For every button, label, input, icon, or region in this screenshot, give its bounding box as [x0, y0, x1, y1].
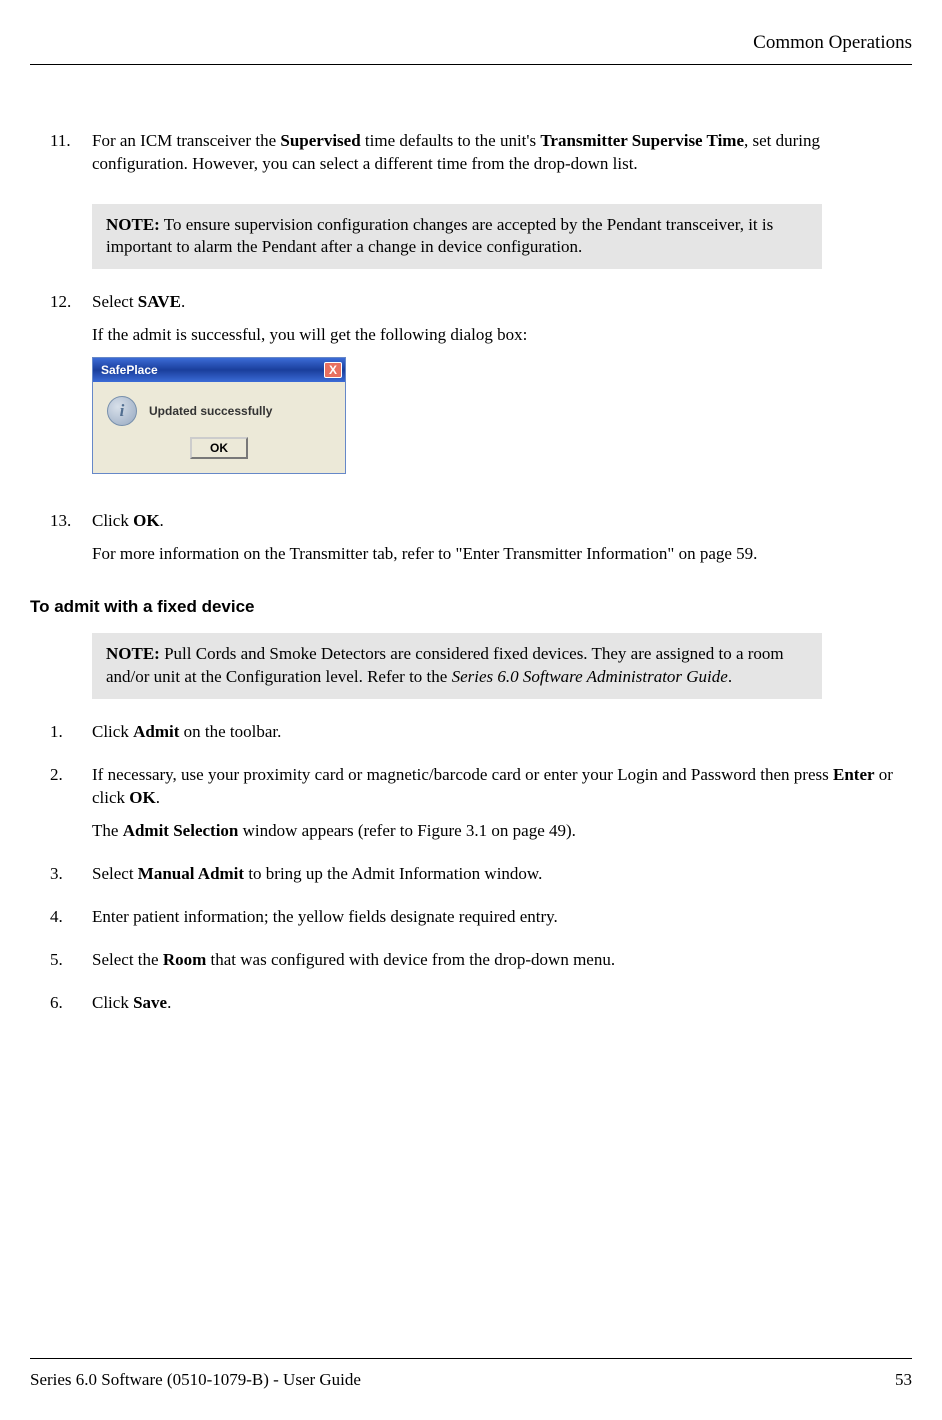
step-text-line1: Click OK.	[92, 510, 912, 533]
step-text-line1: Select SAVE.	[92, 291, 912, 314]
step-body: Click Admit on the toolbar.	[92, 721, 912, 754]
step-b1: 1. Click Admit on the toolbar.	[50, 721, 912, 754]
step-text: Click Admit on the toolbar.	[92, 721, 912, 744]
step-number: 5.	[50, 949, 92, 982]
step-text-line2: If the admit is successful, you will get…	[92, 324, 912, 347]
step-12: 12. Select SAVE. If the admit is success…	[50, 291, 912, 492]
step-body: Select Manual Admit to bring up the Admi…	[92, 863, 912, 896]
step-body: If necessary, use your proximity card or…	[92, 764, 912, 853]
step-b5: 5. Select the Room that was configured w…	[50, 949, 912, 982]
note-box-1: NOTE: To ensure supervision configuratio…	[92, 204, 822, 270]
close-icon[interactable]: X	[324, 362, 342, 378]
dialog-title: SafePlace	[101, 362, 158, 378]
step-number: 1.	[50, 721, 92, 754]
step-text: Select Manual Admit to bring up the Admi…	[92, 863, 912, 886]
note-label: NOTE:	[106, 215, 160, 234]
step-body: Click Save.	[92, 992, 912, 1025]
note-text-italic: Series 6.0 Software Administrator Guide	[452, 667, 728, 686]
note-text: To ensure supervision configuration chan…	[106, 215, 773, 257]
step-11: 11. For an ICM transceiver the Supervise…	[50, 130, 912, 186]
step-number: 4.	[50, 906, 92, 939]
step-body: Select the Room that was configured with…	[92, 949, 912, 982]
dialog-safeplace: SafePlace X i Updated successfully OK	[92, 357, 346, 474]
page-content: 11. For an ICM transceiver the Supervise…	[30, 65, 912, 1025]
step-b2: 2. If necessary, use your proximity card…	[50, 764, 912, 853]
step-body: Select SAVE. If the admit is successful,…	[92, 291, 912, 492]
step-number: 11.	[50, 130, 92, 186]
footer-page-number: 53	[895, 1369, 912, 1392]
step-body: Enter patient information; the yellow fi…	[92, 906, 912, 939]
ok-button[interactable]: OK	[190, 437, 248, 459]
header-section-title: Common Operations	[753, 32, 912, 53]
step-b4: 4. Enter patient information; the yellow…	[50, 906, 912, 939]
step-number: 3.	[50, 863, 92, 896]
step-body: Click OK. For more information on the Tr…	[92, 510, 912, 576]
step-text: For an ICM transceiver the Supervised ti…	[92, 130, 912, 176]
step-number: 6.	[50, 992, 92, 1025]
dialog-body: i Updated successfully	[93, 382, 345, 432]
step-text-line1: If necessary, use your proximity card or…	[92, 764, 912, 810]
step-b3: 3. Select Manual Admit to bring up the A…	[50, 863, 912, 896]
ordered-list-fixed-device: 1. Click Admit on the toolbar. 2. If nec…	[50, 721, 912, 1025]
step-body: For an ICM transceiver the Supervised ti…	[92, 130, 912, 186]
step-13: 13. Click OK. For more information on th…	[50, 510, 912, 576]
note-text-b: .	[728, 667, 732, 686]
info-icon: i	[107, 396, 137, 426]
step-b6: 6. Click Save.	[50, 992, 912, 1025]
footer-rule	[30, 1358, 912, 1359]
subheading-fixed-device: To admit with a fixed device	[30, 596, 912, 619]
step-text: Click Save.	[92, 992, 912, 1015]
step-number: 2.	[50, 764, 92, 853]
dialog-titlebar: SafePlace X	[93, 358, 345, 382]
page-footer: Series 6.0 Software (0510-1079-B) - User…	[30, 1358, 912, 1392]
dialog-message: Updated successfully	[149, 403, 272, 419]
note-box-2: NOTE: Pull Cords and Smoke Detectors are…	[92, 633, 822, 699]
step-text-line2: The Admit Selection window appears (refe…	[92, 820, 912, 843]
note-label: NOTE:	[106, 644, 160, 663]
footer-row: Series 6.0 Software (0510-1079-B) - User…	[30, 1369, 912, 1392]
footer-left: Series 6.0 Software (0510-1079-B) - User…	[30, 1369, 361, 1392]
step-text: Select the Room that was configured with…	[92, 949, 912, 972]
step-text: Enter patient information; the yellow fi…	[92, 906, 912, 929]
page-header: Common Operations	[30, 30, 912, 64]
step-number: 13.	[50, 510, 92, 576]
dialog-buttons: OK	[93, 432, 345, 473]
step-text-line2: For more information on the Transmitter …	[92, 543, 912, 566]
step-number: 12.	[50, 291, 92, 492]
